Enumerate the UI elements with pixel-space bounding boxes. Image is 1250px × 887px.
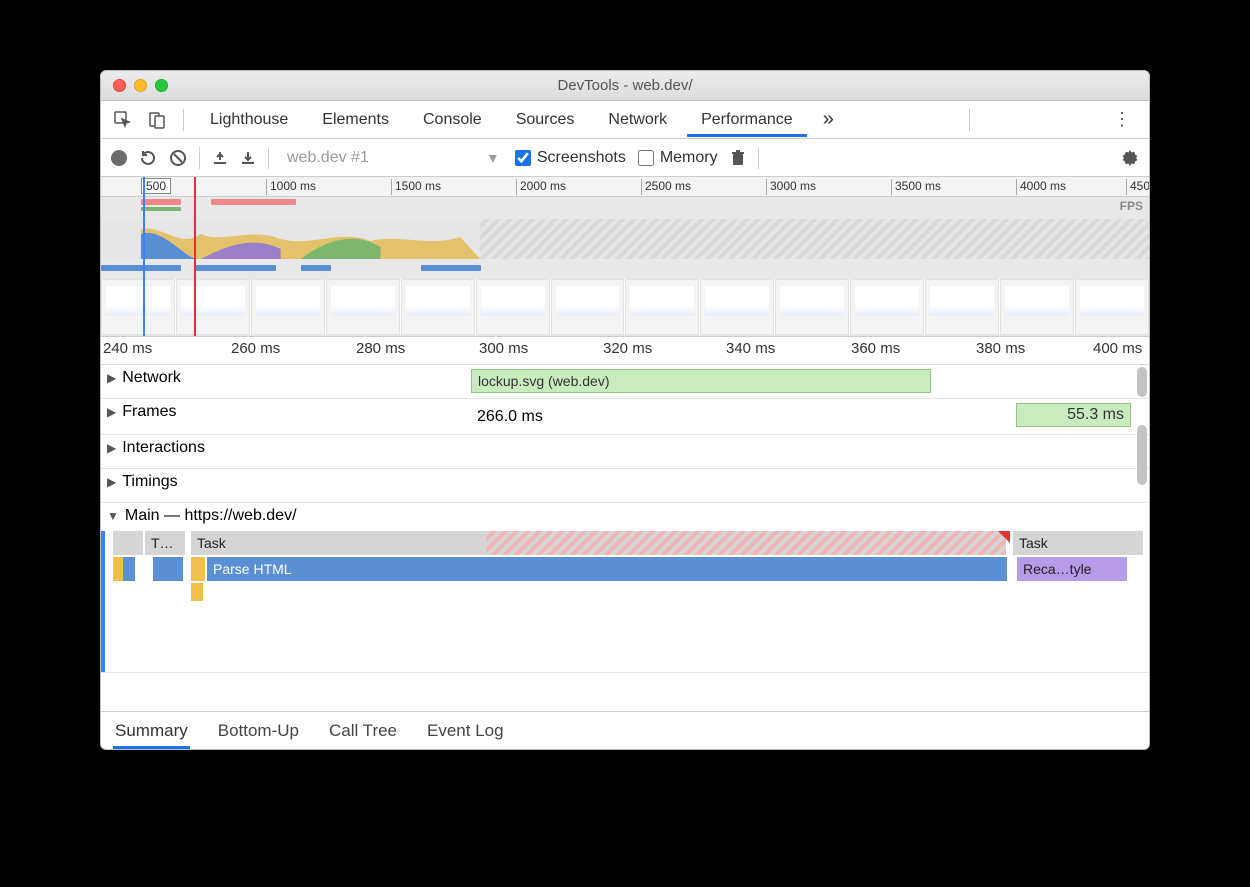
task-bar[interactable]: Task: [1013, 531, 1143, 555]
screenshot-thumb[interactable]: [1075, 279, 1149, 335]
load-profile-button[interactable]: [212, 150, 228, 166]
performance-toolbar: web.dev #1 ▾ Screenshots Memory: [101, 139, 1149, 177]
timeline-ruler[interactable]: 240 ms 260 ms 280 ms 300 ms 320 ms 340 m…: [101, 337, 1149, 365]
reload-record-button[interactable]: [139, 149, 157, 167]
titlebar: DevTools - web.dev/: [101, 71, 1149, 101]
screenshots-input[interactable]: [515, 150, 531, 166]
collapse-icon[interactable]: ▼: [107, 509, 119, 523]
task-bar[interactable]: T…: [145, 531, 185, 555]
tab-bottom-up[interactable]: Bottom-Up: [216, 713, 301, 749]
screenshot-thumb[interactable]: [326, 279, 400, 335]
recalc-style-bar[interactable]: Reca…tyle: [1017, 557, 1127, 581]
screenshot-thumb[interactable]: [925, 279, 999, 335]
tab-network[interactable]: Network: [594, 103, 681, 137]
record-button[interactable]: [111, 150, 127, 166]
overview-ruler[interactable]: 500 1000 ms 1500 ms 2000 ms 2500 ms 3000…: [101, 177, 1149, 197]
interactions-track[interactable]: ▶Interactions: [101, 435, 1149, 469]
screenshot-thumb[interactable]: [251, 279, 325, 335]
overview-panel[interactable]: 500 1000 ms 1500 ms 2000 ms 2500 ms 3000…: [101, 177, 1149, 337]
inspect-element-icon[interactable]: [109, 106, 137, 134]
network-track[interactable]: ▶Network lockup.svg (web.dev): [101, 365, 1149, 399]
tab-performance[interactable]: Performance: [687, 103, 807, 137]
tab-sources[interactable]: Sources: [502, 103, 589, 137]
kebab-menu-icon[interactable]: ⋮: [1103, 105, 1141, 134]
screenshot-thumb[interactable]: [700, 279, 774, 335]
parse-html-bar[interactable]: Parse HTML: [207, 557, 1007, 581]
screenshot-thumb[interactable]: [401, 279, 475, 335]
tab-elements[interactable]: Elements: [308, 103, 403, 137]
recording-selector[interactable]: web.dev #1 ▾: [281, 146, 503, 170]
timings-track[interactable]: ▶Timings: [101, 469, 1149, 503]
overview-net-strip: [101, 263, 1149, 275]
device-toolbar-icon[interactable]: [143, 106, 171, 134]
task-bar[interactable]: [131, 531, 143, 555]
long-task-bar[interactable]: [486, 531, 1006, 555]
recording-name: web.dev #1: [287, 149, 369, 167]
screenshot-thumb[interactable]: [551, 279, 625, 335]
clear-button[interactable]: [169, 149, 187, 167]
screenshot-thumb[interactable]: [775, 279, 849, 335]
memory-checkbox[interactable]: Memory: [638, 149, 718, 167]
frame-duration[interactable]: 266.0 ms: [471, 405, 671, 429]
overview-cpu-strip: [101, 219, 1149, 259]
task-bar[interactable]: Task: [191, 531, 486, 555]
expand-icon[interactable]: ▶: [107, 405, 116, 419]
tab-console[interactable]: Console: [409, 103, 496, 137]
caret-down-icon: ▾: [489, 148, 497, 168]
flame-bar[interactable]: [191, 583, 203, 601]
flame-bar[interactable]: [123, 557, 135, 581]
flame-bar[interactable]: [153, 557, 183, 581]
screenshot-thumb[interactable]: [476, 279, 550, 335]
expand-icon[interactable]: ▶: [107, 371, 116, 385]
expand-icon[interactable]: ▶: [107, 475, 116, 489]
tab-lighthouse[interactable]: Lighthouse: [196, 103, 302, 137]
overview-fps-strip: [101, 197, 1149, 211]
screenshot-thumb[interactable]: [850, 279, 924, 335]
capture-settings-icon[interactable]: [1121, 149, 1139, 167]
tab-call-tree[interactable]: Call Tree: [327, 713, 399, 749]
save-profile-button[interactable]: [240, 150, 256, 166]
vertical-scrollbar[interactable]: [1137, 425, 1147, 485]
details-tabs: Summary Bottom-Up Call Tree Event Log: [101, 711, 1149, 749]
screenshot-thumb[interactable]: [625, 279, 699, 335]
frames-track[interactable]: ▶Frames 266.0 ms 55.3 ms: [101, 399, 1149, 435]
flame-bar[interactable]: [191, 557, 205, 581]
screenshot-thumb[interactable]: [1000, 279, 1074, 335]
expand-icon[interactable]: ▶: [107, 441, 116, 455]
tab-event-log[interactable]: Event Log: [425, 713, 506, 749]
flame-chart[interactable]: 240 ms 260 ms 280 ms 300 ms 320 ms 340 m…: [101, 337, 1149, 711]
delete-profile-button[interactable]: [730, 149, 746, 167]
memory-input[interactable]: [638, 150, 654, 166]
tracks-area: ▶Network lockup.svg (web.dev) ▶Frames 26…: [101, 365, 1149, 711]
frame-duration[interactable]: 55.3 ms: [1016, 403, 1131, 427]
screenshots-checkbox[interactable]: Screenshots: [515, 149, 626, 167]
overview-selection[interactable]: [143, 177, 196, 336]
panel-tabs: Lighthouse Elements Console Sources Netw…: [101, 101, 1149, 139]
vertical-scrollbar[interactable]: [1137, 367, 1147, 397]
track-selection-indicator: [101, 531, 105, 672]
tab-summary[interactable]: Summary: [113, 713, 190, 749]
network-request-bar[interactable]: lockup.svg (web.dev): [471, 369, 931, 393]
long-task-flag-icon: [998, 531, 1010, 543]
more-tabs-icon[interactable]: »: [815, 104, 842, 135]
overview-screenshots: [101, 279, 1149, 335]
main-thread-track[interactable]: ▼Main — https://web.dev/ T… Task Task: [101, 503, 1149, 673]
devtools-window: DevTools - web.dev/ Lighthouse Elements …: [100, 70, 1150, 750]
window-title: DevTools - web.dev/: [101, 77, 1149, 94]
